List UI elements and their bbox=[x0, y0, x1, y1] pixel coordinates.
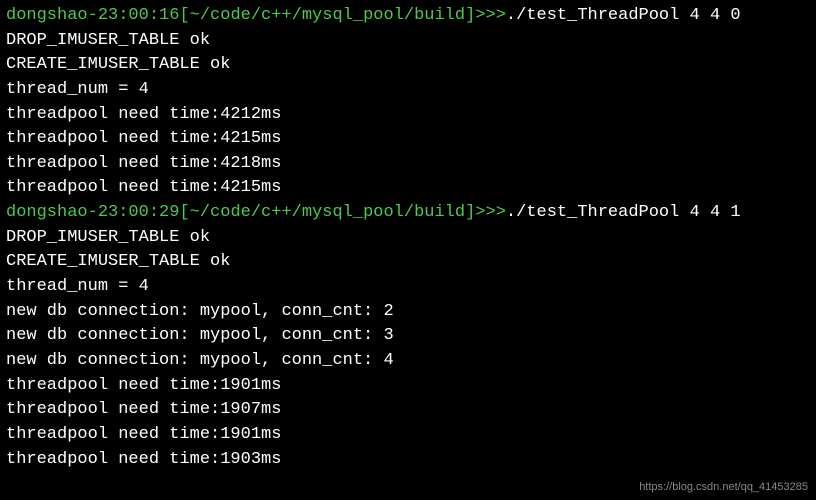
terminal-line: threadpool need time:4218ms bbox=[6, 152, 810, 177]
terminal-line: thread_num = 4 bbox=[6, 275, 810, 300]
prompt-path: [~/code/c++/mysql_pool/build] bbox=[179, 203, 475, 222]
output-text: new db connection: mypool, conn_cnt: 4 bbox=[6, 351, 394, 370]
terminal-line: threadpool need time:1901ms bbox=[6, 374, 810, 399]
terminal-output[interactable]: dongshao-23:00:16[~/code/c++/mysql_pool/… bbox=[6, 4, 810, 472]
prompt-user: dongshao-23:00:16 bbox=[6, 6, 179, 25]
terminal-line: threadpool need time:4215ms bbox=[6, 127, 810, 152]
output-text: threadpool need time:1901ms bbox=[6, 376, 281, 395]
output-text: CREATE_IMUSER_TABLE ok bbox=[6, 55, 230, 74]
watermark-text: https://blog.csdn.net/qq_41453285 bbox=[639, 480, 808, 496]
output-text: new db connection: mypool, conn_cnt: 3 bbox=[6, 326, 394, 345]
prompt-user: dongshao-23:00:29 bbox=[6, 203, 179, 222]
terminal-line: dongshao-23:00:29[~/code/c++/mysql_pool/… bbox=[6, 201, 810, 226]
output-text: new db connection: mypool, conn_cnt: 2 bbox=[6, 302, 394, 321]
output-text: DROP_IMUSER_TABLE ok bbox=[6, 228, 210, 247]
terminal-line: new db connection: mypool, conn_cnt: 2 bbox=[6, 300, 810, 325]
terminal-line: threadpool need time:4212ms bbox=[6, 103, 810, 128]
command-text: ./test_ThreadPool 4 4 1 bbox=[506, 203, 741, 222]
terminal-line: threadpool need time:1903ms bbox=[6, 448, 810, 473]
output-text: threadpool need time:4215ms bbox=[6, 178, 281, 197]
output-text: thread_num = 4 bbox=[6, 80, 149, 99]
terminal-line: threadpool need time:4215ms bbox=[6, 176, 810, 201]
output-text: thread_num = 4 bbox=[6, 277, 149, 296]
output-text: threadpool need time:4212ms bbox=[6, 105, 281, 124]
terminal-line: DROP_IMUSER_TABLE ok bbox=[6, 29, 810, 54]
terminal-line: thread_num = 4 bbox=[6, 78, 810, 103]
terminal-line: CREATE_IMUSER_TABLE ok bbox=[6, 250, 810, 275]
output-text: CREATE_IMUSER_TABLE ok bbox=[6, 252, 230, 271]
terminal-line: threadpool need time:1907ms bbox=[6, 398, 810, 423]
prompt-arrow: >>> bbox=[475, 6, 506, 25]
terminal-line: dongshao-23:00:16[~/code/c++/mysql_pool/… bbox=[6, 4, 810, 29]
terminal-line: new db connection: mypool, conn_cnt: 3 bbox=[6, 324, 810, 349]
terminal-line: CREATE_IMUSER_TABLE ok bbox=[6, 53, 810, 78]
output-text: threadpool need time:4218ms bbox=[6, 154, 281, 173]
output-text: threadpool need time:4215ms bbox=[6, 129, 281, 148]
prompt-arrow: >>> bbox=[475, 203, 506, 222]
output-text: threadpool need time:1901ms bbox=[6, 425, 281, 444]
terminal-line: new db connection: mypool, conn_cnt: 4 bbox=[6, 349, 810, 374]
prompt-path: [~/code/c++/mysql_pool/build] bbox=[179, 6, 475, 25]
output-text: threadpool need time:1907ms bbox=[6, 400, 281, 419]
terminal-line: threadpool need time:1901ms bbox=[6, 423, 810, 448]
output-text: DROP_IMUSER_TABLE ok bbox=[6, 31, 210, 50]
command-text: ./test_ThreadPool 4 4 0 bbox=[506, 6, 741, 25]
output-text: threadpool need time:1903ms bbox=[6, 450, 281, 469]
terminal-line: DROP_IMUSER_TABLE ok bbox=[6, 226, 810, 251]
